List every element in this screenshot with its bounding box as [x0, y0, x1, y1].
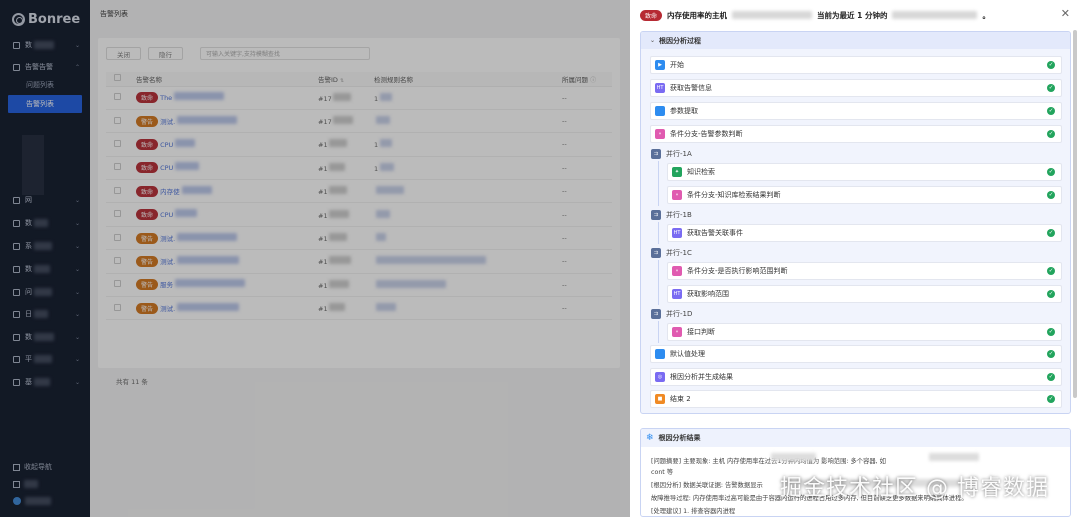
drawer-title-mid: 当前为最近 1 分钟的 — [817, 10, 888, 20]
ai-icon: ◎ — [655, 372, 665, 382]
check-circle-icon: ✓ — [1047, 107, 1055, 115]
redacted-host — [732, 11, 813, 19]
code-icon — [655, 106, 665, 116]
check-circle-icon: ✓ — [1047, 328, 1055, 336]
branch-icon: ⑂ — [655, 129, 665, 139]
close-icon[interactable]: ✕ — [1061, 7, 1070, 20]
watermark: 掘金技术社区 @ 博睿数据 — [780, 476, 1049, 501]
rca-process-header[interactable]: ⌄ 根因分析过程 — [641, 32, 1070, 49]
workflow-step[interactable]: HT 获取告警信息 ✓ — [650, 79, 1062, 97]
redacted-text — [929, 453, 979, 461]
check-circle-icon: ✓ — [1047, 395, 1055, 403]
workflow-step[interactable]: ✦ 知识检索 ✓ — [667, 163, 1062, 181]
drawer-header: 致命 内存使用率的主机 当前为最近 1 分钟的 。 — [640, 8, 990, 22]
workflow-step[interactable]: 默认值处理 ✓ — [650, 345, 1062, 363]
drawer-title-prefix: 内存使用率的主机 — [667, 10, 728, 20]
redacted-text — [771, 453, 816, 461]
workflow-step[interactable]: 参数提取 ✓ — [650, 102, 1062, 120]
check-circle-icon: ✓ — [1047, 84, 1055, 92]
check-circle-icon: ✓ — [1047, 373, 1055, 381]
result-line: cont 等 — [651, 469, 674, 476]
group-connector-line — [658, 260, 659, 305]
check-circle-icon: ✓ — [1047, 350, 1055, 358]
rca-result-header: ❄ 根因分析结果 — [641, 429, 1070, 447]
modal-overlay[interactable] — [0, 0, 630, 517]
parallel-group-label: ⇉ 并行-1B — [651, 208, 692, 222]
workflow-step[interactable]: ■ 结束 2 ✓ — [650, 390, 1062, 408]
rca-process-panel: ⌄ 根因分析过程 ▶ 开始 ✓ HT 获取告警信息 ✓ 参数提取 ✓ ⑂ 条件分支-告警参数判断 ✓ ⇉… — [640, 31, 1071, 414]
knowledge-icon: ✦ — [672, 167, 682, 177]
workflow-step[interactable]: ⑂ 条件分支-告警参数判断 ✓ — [650, 125, 1062, 143]
parallel-group-label: ⇉ 并行-1A — [651, 147, 692, 161]
parallel-group-label: ⇉ 并行-1C — [651, 246, 692, 260]
chevron-down-icon[interactable]: ⌄ — [650, 37, 655, 44]
workflow-step[interactable]: ▶ 开始 ✓ — [650, 56, 1062, 74]
http-icon: HT — [672, 289, 682, 299]
group-connector-line — [658, 161, 659, 206]
check-circle-icon: ✓ — [1047, 191, 1055, 199]
http-icon: HT — [655, 83, 665, 93]
severity-badge: 致命 — [640, 9, 663, 21]
parallel-group-label: ⇉ 并行-1D — [651, 307, 692, 321]
workflow-step[interactable]: HT 获取告警关联事件 ✓ — [667, 224, 1062, 242]
check-circle-icon: ✓ — [1047, 229, 1055, 237]
http-icon: HT — [672, 228, 682, 238]
result-line: [处理建议] 1. 排查容器内进程 — [651, 508, 736, 515]
check-circle-icon: ✓ — [1047, 61, 1055, 69]
drawer-scrollbar[interactable] — [1073, 30, 1077, 398]
drawer-title-suffix: 。 — [982, 10, 990, 20]
snowflake-icon: ❄ — [646, 433, 654, 443]
end-icon: ■ — [655, 394, 665, 404]
group-connector-line — [658, 222, 659, 244]
branch-icon: ⑂ — [672, 266, 682, 276]
parallel-icon: ⇉ — [651, 309, 661, 319]
branch-icon: ⑂ — [672, 327, 682, 337]
play-icon: ▶ — [655, 60, 665, 70]
workflow-step[interactable]: ⑂ 接口判断 ✓ — [667, 323, 1062, 341]
check-circle-icon: ✓ — [1047, 168, 1055, 176]
result-line: [问题摘要] 主要现象: 主机 内存使用率在过去1分钟内均值为 影响范围: 多个… — [651, 458, 886, 465]
parallel-icon: ⇉ — [651, 210, 661, 220]
workflow-step[interactable]: ⑂ 条件分支-知识库检索结果判断 ✓ — [667, 186, 1062, 204]
alert-detail-drawer: 致命 内存使用率的主机 当前为最近 1 分钟的 。 ✕ ⌄ 根因分析过程 ▶ 开始 ✓… — [630, 0, 1080, 517]
redacted-value — [892, 11, 978, 19]
check-circle-icon: ✓ — [1047, 267, 1055, 275]
code-icon — [655, 349, 665, 359]
check-circle-icon: ✓ — [1047, 130, 1055, 138]
parallel-icon: ⇉ — [651, 149, 661, 159]
workflow-step[interactable]: ⑂ 条件分支-是否执行影响范围判断 ✓ — [667, 262, 1062, 280]
workflow-step[interactable]: ◎ 根因分析并生成结果 ✓ — [650, 368, 1062, 386]
group-connector-line — [658, 321, 659, 343]
result-line: [根因分析] 数据关联证据: 告警数据显示 — [651, 482, 763, 489]
workflow-step[interactable]: HT 获取影响范围 ✓ — [667, 285, 1062, 303]
parallel-icon: ⇉ — [651, 248, 661, 258]
check-circle-icon: ✓ — [1047, 290, 1055, 298]
branch-icon: ⑂ — [672, 190, 682, 200]
